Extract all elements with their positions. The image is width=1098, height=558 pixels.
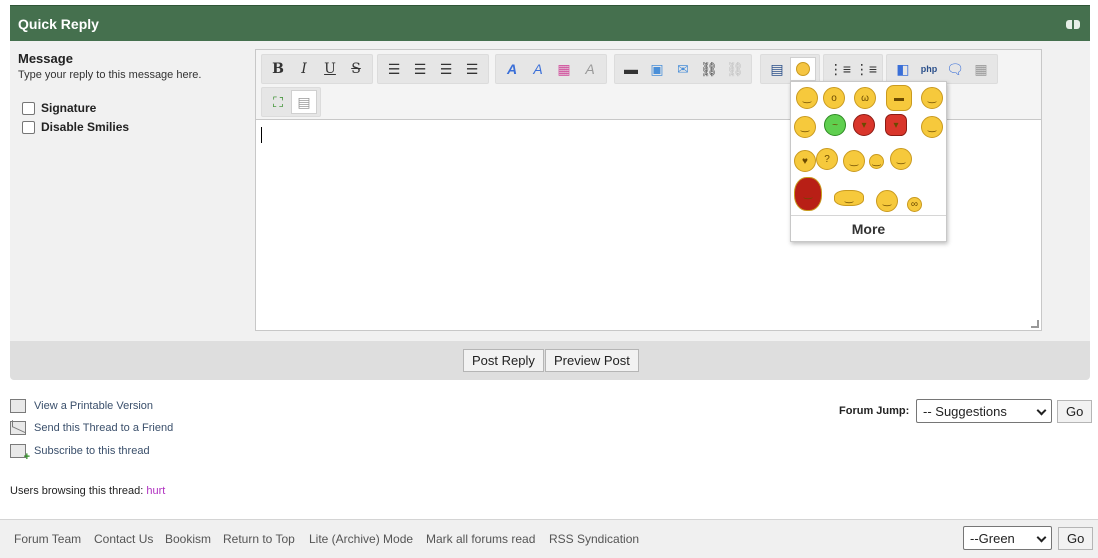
- chevron-down-icon: [1036, 532, 1047, 543]
- horizontal-rule-icon[interactable]: ▬: [618, 57, 644, 81]
- smiley-confused[interactable]: ?: [816, 148, 838, 170]
- bold-button[interactable]: B: [265, 57, 291, 81]
- footer-link-lite-mode[interactable]: Lite (Archive) Mode: [309, 532, 413, 546]
- preview-post-button[interactable]: Preview Post: [545, 349, 639, 372]
- disable-smilies-checkbox[interactable]: [22, 120, 35, 134]
- smilies-popup: ‿ o ω ▬ ‿ ‿ ~ ▾ ▾ ‿ ♥ ? ‿ ‿ ‿ ‿ ‿ ‿ ∞ Mo…: [790, 81, 947, 242]
- smiley-sikh[interactable]: ‿: [794, 177, 822, 211]
- quick-reply-header: Quick Reply: [10, 5, 1090, 41]
- font-group: A A ▦ A: [495, 54, 607, 84]
- justify-icon[interactable]: ☰: [459, 57, 485, 81]
- smiley-love[interactable]: ♥: [794, 150, 816, 172]
- view-group: ⛶ ▤: [261, 87, 321, 117]
- smiley-cheeky[interactable]: ω: [854, 87, 876, 109]
- forum-jump-go-button[interactable]: Go: [1057, 400, 1093, 423]
- footer-bar: Forum Team Contact Us Bookism Return to …: [0, 519, 1098, 558]
- smiley-pray[interactable]: ‿: [876, 190, 898, 212]
- signature-option[interactable]: Signature: [22, 101, 96, 115]
- list-group: ⋮≡ ⋮≡: [823, 54, 883, 84]
- smiley-sick[interactable]: ~: [824, 114, 846, 136]
- align-group: ☰ ☰ ☰ ☰: [377, 54, 489, 84]
- media-group: ▤: [760, 54, 820, 84]
- disable-smilies-label: Disable Smilies: [41, 120, 130, 134]
- code-icon[interactable]: ◧: [890, 57, 916, 81]
- align-center-icon[interactable]: ☰: [407, 57, 433, 81]
- printer-icon: [10, 399, 26, 413]
- subscribe-link[interactable]: Subscribe to this thread: [10, 444, 150, 463]
- expand-icon[interactable]: ⛶: [265, 90, 291, 114]
- users-browsing: Users browsing this thread: hurt: [10, 485, 166, 497]
- color-icon[interactable]: ▦: [551, 57, 577, 81]
- smiley-nerd[interactable]: ∞: [907, 197, 922, 212]
- smiley-think[interactable]: ‿: [890, 148, 912, 170]
- source-mode-icon[interactable]: ▤: [291, 90, 317, 114]
- footer-link-rss[interactable]: RSS Syndication: [549, 532, 639, 546]
- unlink-icon[interactable]: ⛓: [722, 57, 748, 81]
- smiley-smile[interactable]: ‿: [796, 87, 818, 109]
- smilies-more-button[interactable]: More: [791, 215, 946, 241]
- theme-go-button[interactable]: Go: [1058, 527, 1094, 550]
- message-description: Type your reply to this message here.: [18, 69, 202, 81]
- smiley-grin[interactable]: ‿: [869, 154, 884, 169]
- font-icon[interactable]: A: [499, 57, 525, 81]
- subscribe-icon: [10, 444, 30, 463]
- footer-link-forum-team[interactable]: Forum Team: [14, 532, 81, 546]
- forum-jump-select[interactable]: -- Suggestions: [916, 399, 1052, 423]
- footer-link-bookism[interactable]: Bookism: [165, 532, 211, 546]
- text-caret: [261, 127, 262, 143]
- browsing-user-link[interactable]: hurt: [146, 485, 165, 497]
- signature-checkbox[interactable]: [22, 101, 35, 115]
- smiley-happy[interactable]: ‿: [921, 87, 943, 109]
- align-left-icon[interactable]: ☰: [381, 57, 407, 81]
- php-icon[interactable]: php: [916, 57, 942, 81]
- smiley-angry[interactable]: ▾: [885, 114, 907, 136]
- image-icon[interactable]: ▣: [644, 57, 670, 81]
- italic-button[interactable]: I: [291, 57, 317, 81]
- smiley-cowboy[interactable]: ▬: [886, 85, 912, 111]
- numbered-list-icon[interactable]: ⋮≡: [853, 57, 879, 81]
- disable-smilies-option[interactable]: Disable Smilies: [22, 120, 129, 134]
- smiley-shocked[interactable]: o: [823, 87, 845, 109]
- forum-jump-label: Forum Jump:: [839, 405, 910, 417]
- video-icon[interactable]: ▤: [764, 57, 790, 81]
- signature-label: Signature: [41, 101, 97, 115]
- post-reply-button[interactable]: Post Reply: [463, 349, 544, 372]
- quick-reply-title: Quick Reply: [18, 15, 99, 32]
- font-size-icon[interactable]: A: [525, 57, 551, 81]
- collapse-toggle-icon[interactable]: [1066, 20, 1080, 29]
- footer-link-return-to-top[interactable]: Return to Top: [223, 532, 295, 546]
- source-icon[interactable]: ▦: [968, 57, 994, 81]
- footer-link-contact-us[interactable]: Contact Us: [94, 532, 153, 546]
- underline-button[interactable]: U: [317, 57, 343, 81]
- email-icon[interactable]: ✉: [670, 57, 696, 81]
- smiley-blush[interactable]: ‿: [843, 150, 865, 172]
- code-group: ◧ php 🗨 ▦: [886, 54, 998, 84]
- envelope-icon: [10, 421, 26, 435]
- resize-handle[interactable]: [1031, 320, 1039, 328]
- send-to-friend-link[interactable]: Send this Thread to a Friend: [10, 421, 173, 435]
- remove-format-icon[interactable]: A: [577, 57, 603, 81]
- message-label: Message: [18, 51, 73, 66]
- printable-version-link[interactable]: View a Printable Version: [10, 399, 153, 413]
- strikethrough-button[interactable]: S: [343, 57, 369, 81]
- insert-group: ▬ ▣ ✉ ⛓ ⛓: [614, 54, 752, 84]
- smiley-strong[interactable]: ‿: [834, 190, 864, 206]
- smiley-unsure[interactable]: ‿: [921, 116, 943, 138]
- footer-link-mark-read[interactable]: Mark all forums read: [426, 532, 535, 546]
- quote-icon[interactable]: 🗨: [942, 57, 968, 81]
- link-icon[interactable]: ⛓: [696, 57, 722, 81]
- quick-reply-footer: Post Reply Preview Post: [10, 341, 1090, 380]
- theme-select[interactable]: --Green: [963, 526, 1052, 550]
- chevron-down-icon: [1036, 405, 1047, 416]
- smiley-icon[interactable]: [790, 57, 816, 81]
- bullet-list-icon[interactable]: ⋮≡: [827, 57, 853, 81]
- smiley-thumbs[interactable]: ‿: [794, 116, 816, 138]
- format-group: B I U S: [261, 54, 373, 84]
- smiley-devil[interactable]: ▾: [853, 114, 875, 136]
- align-right-icon[interactable]: ☰: [433, 57, 459, 81]
